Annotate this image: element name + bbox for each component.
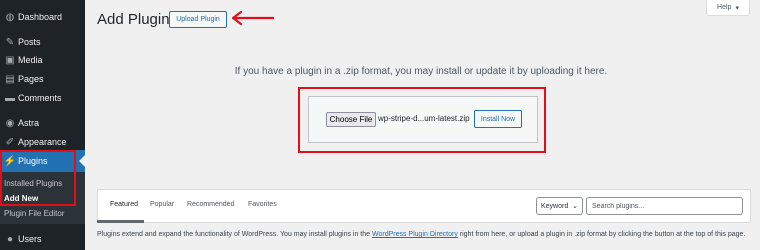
- tab-favorites[interactable]: Favorites: [248, 201, 277, 208]
- tab-featured[interactable]: Featured: [110, 201, 138, 208]
- description-text: Plugins extend and expand the functional…: [97, 231, 372, 238]
- selected-file-name: wp-stripe-d...um-latest.zip: [378, 114, 470, 123]
- plugin-directory-link[interactable]: WordPress Plugin Directory: [372, 231, 458, 238]
- caret-down-icon: ▾: [735, 4, 739, 12]
- pushpin-icon: ✎: [5, 36, 15, 48]
- search-type-value: Keyword: [541, 202, 569, 210]
- description-text: right from here, or upload a plugin in .…: [457, 231, 746, 238]
- plugins-description: Plugins extend and expand the functional…: [97, 230, 752, 240]
- sidebar-item-label: Comments: [18, 93, 62, 103]
- current-tab-indicator: [97, 220, 144, 223]
- sidebar-item-label: Appearance: [18, 137, 67, 147]
- tab-recommended[interactable]: Recommended: [187, 201, 234, 208]
- upload-plugin-button[interactable]: Upload Plugin: [169, 11, 227, 28]
- search-type-select[interactable]: Keyword ⌄: [536, 197, 583, 215]
- sidebar-item-users[interactable]: ● Users: [0, 228, 85, 250]
- help-label: Help: [717, 4, 732, 11]
- annotation-highlight-box: [0, 150, 76, 206]
- sidebar-item-dashboard[interactable]: ◍ Dashboard: [0, 6, 85, 28]
- search-plugins-input[interactable]: [586, 197, 743, 215]
- comments-icon: ▬: [5, 92, 15, 104]
- choose-file-button[interactable]: Choose File: [326, 112, 376, 127]
- submenu-item-plugin-file-editor[interactable]: Plugin File Editor: [4, 209, 64, 218]
- brush-icon: ✐: [5, 136, 15, 148]
- sidebar-item-label: Users: [18, 234, 42, 244]
- help-tab[interactable]: Help ▾: [706, 0, 750, 16]
- sidebar-item-label: Astra: [18, 118, 40, 128]
- sidebar-item-label: Dashboard: [18, 12, 63, 22]
- astra-icon: ◉: [5, 117, 15, 129]
- upload-instructions: If you have a plugin in a .zip format, y…: [234, 66, 608, 77]
- install-now-button[interactable]: Install Now: [474, 110, 522, 128]
- admin-sidebar: ◍ Dashboard ✎ Posts ▣ Media ▤ Pages ▬ Co…: [0, 0, 85, 250]
- sidebar-item-label: Posts: [18, 37, 41, 47]
- tab-popular[interactable]: Popular: [150, 201, 174, 208]
- sidebar-item-label: Pages: [18, 74, 44, 84]
- annotation-arrow-icon: [231, 10, 274, 26]
- sidebar-item-label: Media: [18, 55, 43, 65]
- current-menu-arrow: [79, 155, 85, 167]
- media-icon: ▣: [5, 54, 15, 66]
- sidebar-item-comments[interactable]: ▬ Comments: [0, 87, 85, 109]
- dashboard-icon: ◍: [5, 11, 15, 23]
- chevron-down-icon: ⌄: [572, 203, 578, 210]
- users-icon: ●: [6, 233, 14, 245]
- pages-icon: ▤: [5, 73, 15, 85]
- page-title: Add Plugins: [97, 11, 178, 28]
